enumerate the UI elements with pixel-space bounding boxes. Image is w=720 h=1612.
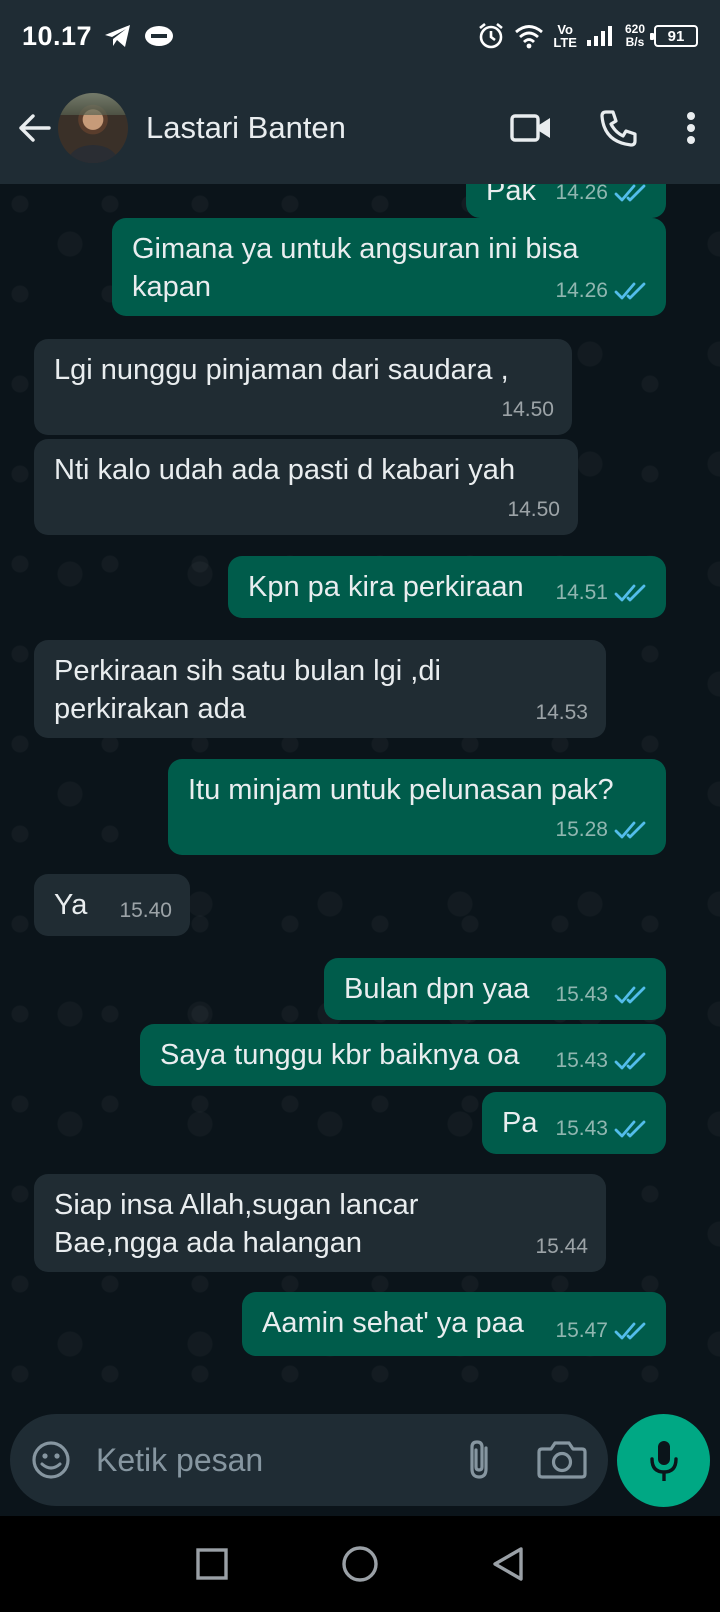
wifi-icon: [515, 25, 544, 49]
message-text: Perkiraan sih satu bulan lgi ,di perkira…: [54, 655, 441, 725]
axis-app-icon: [145, 26, 174, 46]
back-nav-icon[interactable]: [491, 1546, 525, 1582]
message-meta: 15.43: [555, 976, 648, 1014]
message-time: 14.50: [501, 398, 554, 421]
message-time: 15.47: [555, 1319, 608, 1342]
message-text: Kpn pa kira perkiraan: [248, 571, 524, 603]
message-meta: 15.47: [555, 1312, 648, 1350]
message-meta: 14.50: [501, 391, 554, 429]
message-text: Siap insa Allah,sugan lancar Bae,ngga ad…: [54, 1189, 419, 1259]
message-bubble-incoming[interactable]: Nti kalo udah ada pasti d kabari yah 14.…: [34, 439, 578, 535]
chat-area[interactable]: Pak 14.26 Gimana ya untuk angsuran ini b…: [0, 184, 720, 1412]
telegram-icon: [105, 25, 131, 47]
double-check-icon: [614, 1120, 646, 1138]
double-check-icon: [614, 1052, 646, 1070]
message-time: 15.40: [119, 899, 172, 922]
message-bubble-incoming[interactable]: Lgi nunggu pinjaman dari saudara , 14.50: [34, 339, 572, 435]
message-time: 15.28: [555, 818, 608, 841]
message-bubble-outgoing[interactable]: Gimana ya untuk angsuran ini bisa kapan …: [112, 218, 666, 316]
message-meta: 15.44: [535, 1228, 588, 1266]
network-speed: 620 B/s: [624, 22, 645, 49]
message-meta: 15.43: [555, 1042, 648, 1080]
message-bubble-outgoing[interactable]: Pa 15.43: [482, 1092, 666, 1154]
double-check-icon: [614, 184, 646, 202]
phone-call-icon[interactable]: [600, 109, 638, 147]
message-meta: 15.43: [555, 1110, 648, 1148]
chat-header: Lastari Banten: [0, 72, 720, 184]
message-bubble-outgoing[interactable]: Itu minjam untuk pelunasan pak? 15.28: [168, 759, 666, 855]
double-check-icon: [614, 584, 646, 602]
message-text: Gimana ya untuk angsuran ini bisa kapan: [132, 233, 579, 303]
message-bubble-incoming[interactable]: Ya 15.40: [34, 874, 190, 936]
double-check-icon: [614, 986, 646, 1004]
message-text: Ya: [54, 889, 88, 921]
message-meta: 14.53: [535, 694, 588, 732]
back-button[interactable]: [14, 108, 54, 148]
voice-message-button[interactable]: [617, 1414, 710, 1507]
message-time: 15.44: [535, 1235, 588, 1258]
message-text: Lgi nunggu pinjaman dari saudara ,: [54, 354, 509, 386]
message-meta: 14.50: [507, 491, 560, 529]
message-text: Saya tunggu kbr baiknya oa: [160, 1039, 520, 1071]
message-time: 14.26: [555, 184, 608, 204]
status-time: 10.17: [22, 20, 93, 51]
message-text: Bulan dpn yaa: [344, 973, 530, 1005]
status-left-icons: [104, 23, 174, 49]
volte-indicator: Vo LTE: [553, 22, 577, 50]
header-actions: [510, 109, 696, 147]
message-bubble-outgoing[interactable]: Bulan dpn yaa 15.43: [324, 958, 666, 1020]
arrow-left-icon: [19, 114, 51, 142]
signal-icon: [586, 26, 612, 46]
emoji-icon[interactable]: [30, 1439, 72, 1481]
message-time: 14.51: [555, 581, 608, 604]
message-time: 14.26: [555, 279, 608, 302]
message-meta: 14.51: [555, 574, 648, 612]
message-input-bar: Ketik pesan: [10, 1414, 608, 1506]
message-time: 15.43: [555, 1049, 608, 1072]
message-text: Aamin sehat' ya paa: [262, 1307, 524, 1339]
message-meta: 15.28: [555, 811, 648, 849]
status-bar: 10.17 Vo LTE 620 B/s 91: [0, 0, 720, 72]
message-time: 14.53: [535, 701, 588, 724]
message-text: Pa: [502, 1107, 538, 1139]
message-time: 15.43: [555, 1117, 608, 1140]
message-text: Itu minjam untuk pelunasan pak?: [188, 774, 614, 806]
more-options-icon[interactable]: [686, 111, 696, 145]
attach-icon[interactable]: [464, 1438, 494, 1482]
message-bubble-outgoing[interactable]: Aamin sehat' ya paa 15.47: [242, 1292, 666, 1356]
message-bubble-outgoing[interactable]: Kpn pa kira perkiraan 14.51: [228, 556, 666, 618]
message-bubble-outgoing[interactable]: Pak 14.26: [466, 184, 666, 218]
message-meta: 14.26: [555, 184, 648, 212]
message-meta: 15.40: [119, 892, 172, 930]
microphone-icon: [649, 1440, 678, 1481]
message-text: Pak: [486, 184, 536, 207]
alarm-icon: [479, 22, 504, 49]
battery-indicator: 91: [650, 25, 698, 47]
double-check-icon: [614, 282, 646, 300]
contact-name[interactable]: Lastari Banten: [146, 110, 510, 146]
home-icon[interactable]: [340, 1544, 380, 1584]
message-bubble-incoming[interactable]: Perkiraan sih satu bulan lgi ,di perkira…: [34, 640, 606, 738]
message-input[interactable]: Ketik pesan: [96, 1442, 450, 1479]
video-call-icon[interactable]: [510, 113, 552, 143]
contact-avatar[interactable]: [58, 93, 128, 163]
system-navigation-bar: [0, 1516, 720, 1612]
message-bubble-incoming[interactable]: Siap insa Allah,sugan lancar Bae,ngga ad…: [34, 1174, 606, 1272]
message-text: Nti kalo udah ada pasti d kabari yah: [54, 454, 516, 486]
message-time: 14.50: [507, 498, 560, 521]
double-check-icon: [614, 1322, 646, 1340]
message-meta: 14.26: [555, 272, 648, 310]
message-time: 15.43: [555, 983, 608, 1006]
recent-apps-icon[interactable]: [195, 1547, 229, 1581]
camera-icon[interactable]: [536, 1440, 588, 1480]
message-bubble-outgoing[interactable]: Saya tunggu kbr baiknya oa 15.43: [140, 1024, 666, 1086]
double-check-icon: [614, 821, 646, 839]
status-right-icons: Vo LTE 620 B/s 91: [477, 22, 698, 50]
